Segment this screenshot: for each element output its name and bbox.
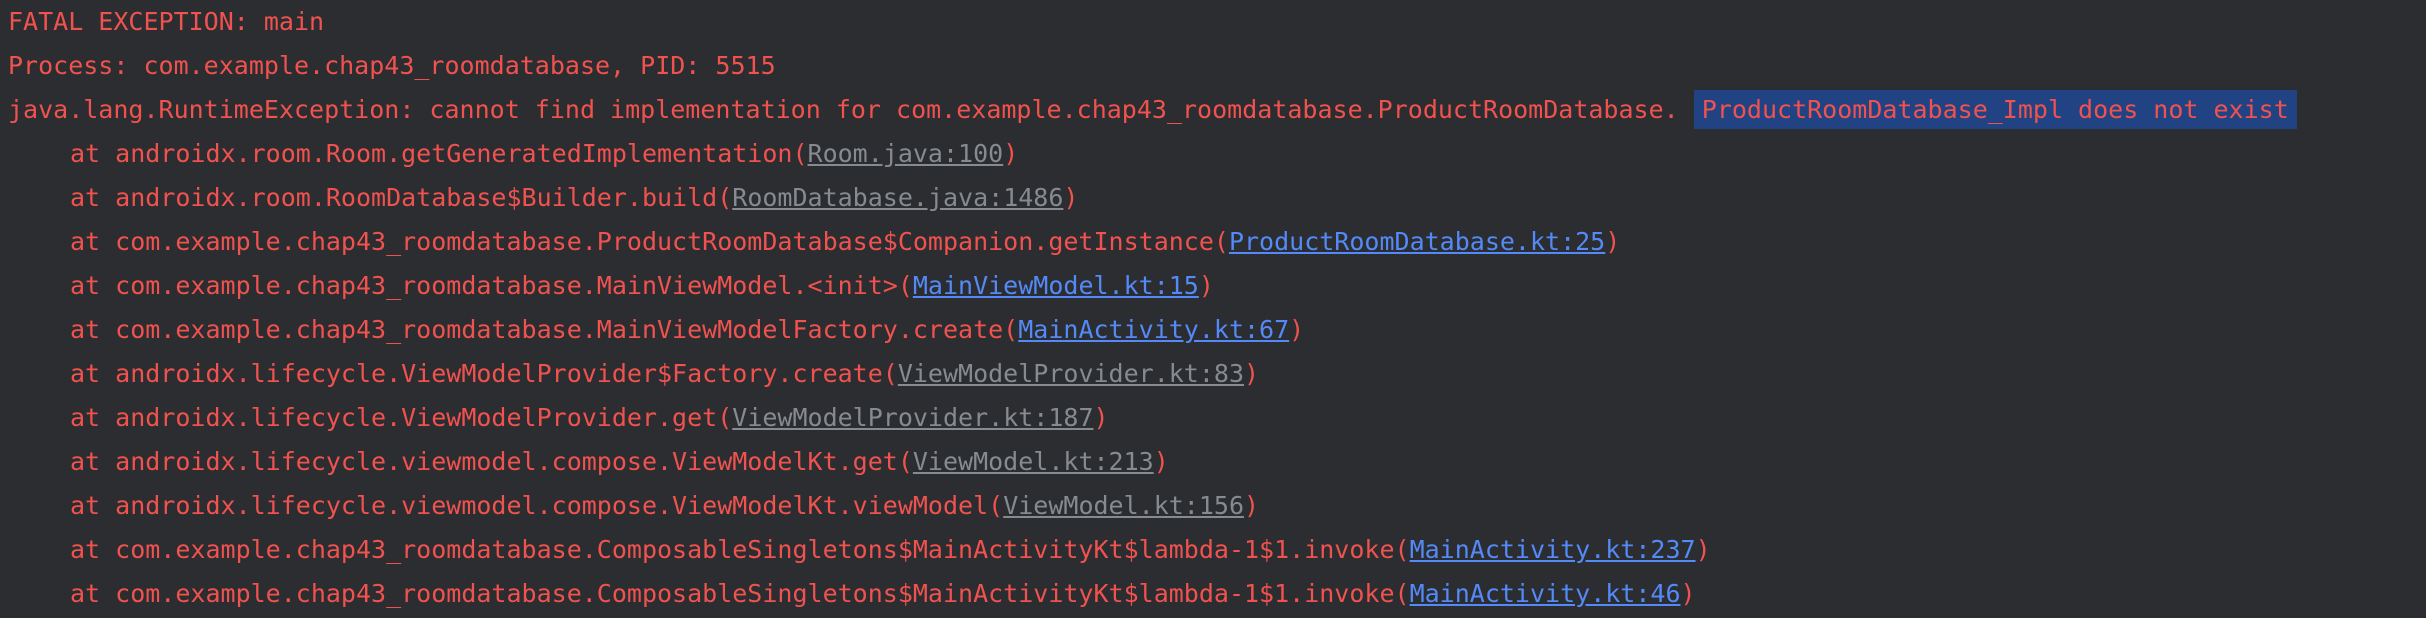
stack-frame-line: at com.example.chap43_roomdatabase.Compo… (70, 572, 1696, 616)
stack-frame-suffix: ) (1289, 315, 1305, 344)
source-file-link[interactable]: MainViewModel.kt:15 (913, 271, 1199, 300)
stack-frame-suffix: ) (1244, 359, 1260, 388)
stack-frame-suffix: ) (1244, 491, 1260, 520)
stack-frame-method: at androidx.room.RoomDatabase$Builder.bu… (70, 183, 733, 212)
source-file-link[interactable]: Room.java:100 (808, 139, 1004, 168)
source-file-link[interactable]: MainActivity.kt:67 (1018, 315, 1289, 344)
source-file-link[interactable]: ViewModelProvider.kt:83 (898, 359, 1244, 388)
process-line: Process: com.example.chap43_roomdatabase… (8, 51, 776, 80)
stack-frame-line: at androidx.lifecycle.viewmodel.compose.… (70, 484, 1259, 528)
stack-frame-suffix: ) (1695, 535, 1711, 564)
stack-frame-line: at com.example.chap43_roomdatabase.Produ… (70, 220, 1620, 264)
source-file-link[interactable]: ProductRoomDatabase.kt:25 (1229, 227, 1605, 256)
stack-frame-method: at androidx.lifecycle.viewmodel.compose.… (70, 447, 913, 476)
source-file-link[interactable]: MainActivity.kt:46 (1410, 579, 1681, 608)
stack-frame-method: at com.example.chap43_roomdatabase.Compo… (70, 535, 1410, 564)
exception-line: java.lang.RuntimeException: cannot find … (8, 88, 2297, 132)
stack-frame-line: at com.example.chap43_roomdatabase.MainV… (70, 264, 1214, 308)
stack-frame-method: at com.example.chap43_roomdatabase.Produ… (70, 227, 1229, 256)
source-file-link[interactable]: RoomDatabase.java:1486 (732, 183, 1063, 212)
stack-frame-suffix: ) (1093, 403, 1109, 432)
stack-frame-line: at androidx.lifecycle.ViewModelProvider.… (70, 396, 1109, 440)
source-file-link[interactable]: ViewModel.kt:156 (1003, 491, 1244, 520)
source-file-link[interactable]: MainActivity.kt:237 (1410, 535, 1696, 564)
logcat-output: FATAL EXCEPTION: main Process: com.examp… (0, 0, 2426, 618)
stack-frame-suffix: ) (1003, 139, 1019, 168)
source-file-link[interactable]: ViewModel.kt:213 (913, 447, 1154, 476)
stack-frame-line: at androidx.lifecycle.viewmodel.compose.… (70, 440, 1169, 484)
fatal-exception-line: FATAL EXCEPTION: main (8, 7, 325, 36)
stack-frame-method: at androidx.lifecycle.ViewModelProvider.… (70, 403, 733, 432)
stack-frame-method: at com.example.chap43_roomdatabase.Compo… (70, 579, 1410, 608)
stack-frame-suffix: ) (1198, 271, 1214, 300)
stack-frame-suffix: ) (1605, 227, 1621, 256)
selected-text[interactable]: ProductRoomDatabase_Impl does not exist (1693, 90, 2297, 129)
exception-message: java.lang.RuntimeException: cannot find … (8, 95, 1679, 124)
stack-frame-method: at androidx.lifecycle.viewmodel.compose.… (70, 491, 1004, 520)
stack-frame-suffix: ) (1153, 447, 1169, 476)
stack-frame-line: at androidx.lifecycle.ViewModelProvider$… (70, 352, 1259, 396)
source-file-link[interactable]: ViewModelProvider.kt:187 (732, 403, 1093, 432)
stack-frame-line: at com.example.chap43_roomdatabase.MainV… (70, 308, 1304, 352)
stack-frame-method: at androidx.lifecycle.ViewModelProvider$… (70, 359, 898, 388)
stack-frame-line: at androidx.room.Room.getGeneratedImplem… (70, 132, 1018, 176)
stack-frame-suffix: ) (1680, 579, 1696, 608)
stack-frame-line: at androidx.room.RoomDatabase$Builder.bu… (70, 176, 1078, 220)
stack-frame-method: at com.example.chap43_roomdatabase.MainV… (70, 271, 913, 300)
stack-frame-method: at androidx.room.Room.getGeneratedImplem… (70, 139, 808, 168)
stack-frame-method: at com.example.chap43_roomdatabase.MainV… (70, 315, 1019, 344)
stack-frame-line: at com.example.chap43_roomdatabase.Compo… (70, 528, 1711, 572)
stack-frame-suffix: ) (1063, 183, 1079, 212)
